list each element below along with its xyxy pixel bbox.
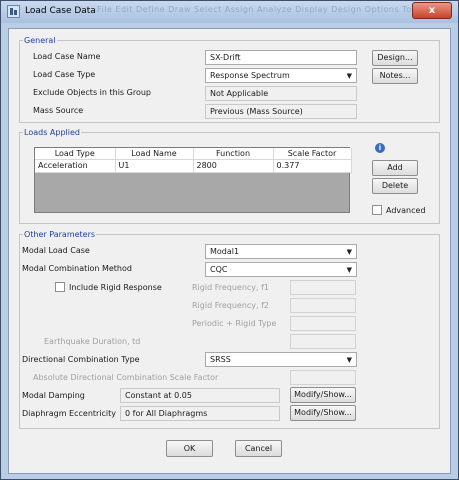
general-group: General Load Case Name SX-Drift Load Cas… — [19, 36, 440, 123]
column-header: Load Type — [35, 148, 116, 160]
cell-load-type[interactable]: Acceleration — [35, 159, 116, 173]
exclude-objects-label: Exclude Objects in this Group — [33, 88, 151, 97]
advanced-checkbox[interactable] — [372, 205, 382, 215]
info-icon: i — [375, 143, 385, 153]
load-case-name-input[interactable]: SX-Drift — [205, 50, 357, 65]
ok-button[interactable]: OK — [166, 440, 213, 457]
loads-grid[interactable]: Load Type Load Name Function Scale Facto… — [34, 147, 352, 213]
chevron-down-icon: ▼ — [346, 266, 352, 274]
periodic-rigid-label: Periodic + Rigid Type — [192, 319, 277, 328]
column-header: Scale Factor — [273, 148, 352, 160]
earthquake-duration-label: Earthquake Duration, td — [44, 337, 141, 346]
column-header: Function — [193, 148, 274, 160]
advanced-label: Advanced — [386, 206, 426, 215]
cell-scale-factor[interactable]: 0.377 — [273, 159, 352, 173]
loads-table-header: Load Type Load Name Function Scale Facto… — [35, 148, 352, 160]
delete-button[interactable]: Delete — [372, 178, 418, 194]
modal-combination-label: Modal Combination Method — [22, 264, 132, 273]
column-header: Load Name — [115, 148, 194, 160]
include-rigid-label: Include Rigid Response — [69, 283, 162, 292]
background-menu-ghost: File Edit Define Draw Select Assign Anal… — [97, 5, 448, 14]
diaphragm-eccentricity-label: Diaphragm Eccentricity — [22, 409, 117, 418]
mass-source-label: Mass Source — [33, 106, 84, 115]
rigid-f2-label: Rigid Frequency, f2 — [192, 301, 270, 310]
table-row[interactable]: Acceleration U1 2800 0.377 — [35, 159, 352, 173]
load-case-type-label: Load Case Type — [33, 70, 96, 79]
directional-combination-label: Directional Combination Type — [22, 355, 140, 364]
chevron-down-icon: ▼ — [346, 72, 352, 80]
cell-function[interactable]: 2800 — [193, 159, 274, 173]
close-icon: x — [428, 5, 436, 16]
modal-load-case-select[interactable]: Modal1 ▼ — [205, 244, 357, 259]
notes-button[interactable]: Notes... — [372, 68, 418, 84]
abs-directional-scale-label: Absolute Directional Combination Scale F… — [33, 373, 219, 382]
loads-table: Load Type Load Name Function Scale Facto… — [35, 148, 352, 173]
add-button[interactable]: Add — [372, 160, 418, 176]
window-title: Load Case Data — [25, 6, 96, 16]
cell-load-name[interactable]: U1 — [115, 159, 194, 173]
general-group-label: General — [23, 36, 57, 45]
modal-load-case-label: Modal Load Case — [22, 246, 90, 255]
title-bar[interactable]: Load Case Data File Edit Define Draw Sel… — [1, 1, 458, 23]
load-case-type-select[interactable]: Response Spectrum ▼ — [205, 68, 357, 83]
earthquake-duration-input — [290, 334, 356, 349]
directional-combination-select[interactable]: SRSS ▼ — [205, 352, 357, 367]
other-parameters-group: Other Parameters Modal Load Case Modal1 … — [19, 230, 440, 429]
modal-damping-value: Constant at 0.05 — [120, 388, 280, 403]
modal-damping-label: Modal Damping — [22, 391, 85, 400]
modal-combination-select[interactable]: CQC ▼ — [205, 262, 357, 277]
other-parameters-group-label: Other Parameters — [23, 230, 97, 239]
chevron-down-icon: ▼ — [346, 356, 352, 364]
modal-combination-value: CQC — [210, 265, 228, 274]
app-icon — [7, 5, 20, 18]
exclude-objects-value: Not Applicable — [205, 86, 357, 101]
dialog-client-area: General Load Case Name SX-Drift Load Cas… — [8, 28, 451, 474]
include-rigid-checkbox[interactable] — [55, 282, 65, 292]
loads-applied-group-label: Loads Applied — [23, 128, 81, 137]
diaphragm-eccentricity-value: 0 for All Diaphragms — [120, 406, 280, 421]
load-case-name-label: Load Case Name — [33, 52, 101, 61]
rigid-f2-input — [290, 298, 356, 313]
cancel-button[interactable]: Cancel — [235, 440, 282, 457]
loads-applied-group: Loads Applied Load Type Load Name Functi… — [19, 128, 440, 224]
rigid-f1-input — [290, 280, 356, 295]
design-button[interactable]: Design... — [372, 50, 418, 66]
periodic-rigid-input — [290, 316, 356, 331]
abs-directional-scale-input — [290, 370, 356, 385]
close-button[interactable]: x — [412, 2, 452, 19]
load-case-data-window: Load Case Data File Edit Define Draw Sel… — [0, 0, 459, 480]
modal-load-case-value: Modal1 — [210, 247, 240, 256]
diaphragm-modify-button[interactable]: Modify/Show... — [290, 405, 356, 421]
modal-damping-modify-button[interactable]: Modify/Show... — [290, 387, 356, 403]
mass-source-value: Previous (Mass Source) — [205, 104, 357, 119]
load-case-type-value: Response Spectrum — [210, 71, 290, 80]
directional-combination-value: SRSS — [210, 355, 231, 364]
rigid-f1-label: Rigid Frequency, f1 — [192, 283, 270, 292]
chevron-down-icon: ▼ — [346, 248, 352, 256]
